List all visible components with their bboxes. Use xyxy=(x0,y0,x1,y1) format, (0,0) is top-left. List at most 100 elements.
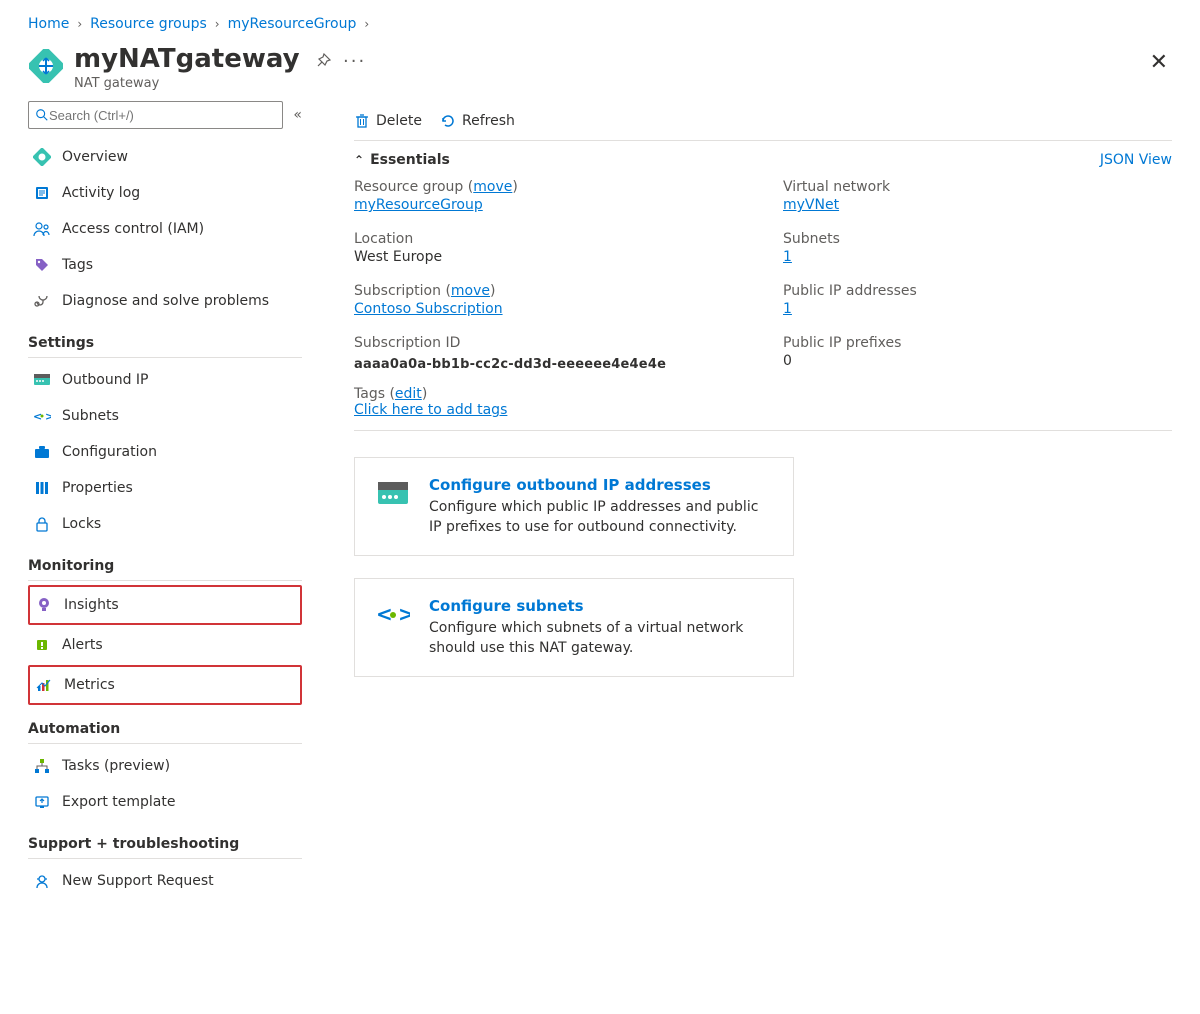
breadcrumb-home[interactable]: Home xyxy=(28,16,69,32)
essentials-grid: Resource group (move) myResourceGroup Vi… xyxy=(354,179,1172,372)
pin-icon[interactable] xyxy=(314,52,332,70)
field-value[interactable]: myResourceGroup xyxy=(354,197,743,213)
svg-text:>: > xyxy=(398,603,410,626)
sidebar-section-support: Support + troubleshooting xyxy=(28,836,302,859)
field-label: Public IP addresses xyxy=(783,283,1172,299)
sidebar-item-tasks[interactable]: Tasks (preview) xyxy=(28,748,302,784)
field-label: Public IP prefixes xyxy=(783,335,1172,351)
sidebar-item-insights[interactable]: Insights xyxy=(30,587,300,623)
highlight-insights: Insights xyxy=(28,585,302,625)
sidebar-item-alerts[interactable]: Alerts xyxy=(28,627,302,663)
breadcrumb-rg-name[interactable]: myResourceGroup xyxy=(228,16,357,32)
essentials-header[interactable]: ⌃ Essentials JSON View xyxy=(354,141,1172,179)
field-virtual-network: Virtual network myVNet xyxy=(783,179,1172,213)
sidebar-item-label: Export template xyxy=(62,794,175,810)
card-description: Configure which public IP addresses and … xyxy=(429,498,773,537)
json-view-link[interactable]: JSON View xyxy=(1100,152,1172,168)
export-template-icon xyxy=(32,792,52,812)
field-subscription: Subscription (move) Contoso Subscription xyxy=(354,283,743,317)
sidebar-item-tags[interactable]: Tags xyxy=(28,247,302,283)
sidebar-item-diagnose[interactable]: Diagnose and solve problems xyxy=(28,283,302,319)
essentials-title: Essentials xyxy=(370,152,450,168)
sidebar-item-label: Tasks (preview) xyxy=(62,758,170,774)
sidebar-item-locks[interactable]: Locks xyxy=(28,506,302,542)
field-subnets: Subnets 1 xyxy=(783,231,1172,265)
more-icon[interactable]: ··· xyxy=(346,52,364,70)
tags-add-link[interactable]: Click here to add tags xyxy=(354,402,507,418)
properties-icon xyxy=(32,478,52,498)
page-header: myNATgateway NAT gateway ··· ✕ xyxy=(0,42,1200,97)
card-configure-outbound-ip[interactable]: Configure outbound IP addresses Configur… xyxy=(354,457,794,556)
diagnose-icon xyxy=(32,291,52,311)
move-link[interactable]: move xyxy=(473,179,512,195)
outbound-ip-card-icon xyxy=(375,476,411,512)
sidebar-item-overview[interactable]: Overview xyxy=(28,139,302,175)
sidebar-item-configuration[interactable]: Configuration xyxy=(28,434,302,470)
sidebar-item-label: Subnets xyxy=(62,408,119,424)
field-value: aaaa0a0a-bb1b-cc2c-dd3d-eeeeee4e4e4e xyxy=(354,357,743,372)
sidebar-item-label: Outbound IP xyxy=(62,372,149,388)
chevron-up-icon: ⌃ xyxy=(354,153,364,167)
field-label: Location xyxy=(354,231,743,247)
field-public-ip-addresses: Public IP addresses 1 xyxy=(783,283,1172,317)
sidebar-section-automation: Automation xyxy=(28,721,302,744)
sidebar-item-label: Tags xyxy=(62,257,93,273)
sidebar-item-outbound-ip[interactable]: Outbound IP xyxy=(28,362,302,398)
tags-edit-link[interactable]: edit xyxy=(395,386,422,402)
move-link[interactable]: move xyxy=(451,283,490,299)
sidebar-item-access-control[interactable]: Access control (IAM) xyxy=(28,211,302,247)
tags-icon xyxy=(32,255,52,275)
sidebar-item-export-template[interactable]: Export template xyxy=(28,784,302,820)
search-input-wrapper xyxy=(28,101,283,129)
card-title[interactable]: Configure outbound IP addresses xyxy=(429,476,773,494)
sidebar-item-label: Properties xyxy=(62,480,133,496)
metrics-icon xyxy=(34,675,54,695)
close-button[interactable]: ✕ xyxy=(1150,50,1168,75)
breadcrumb-resource-groups[interactable]: Resource groups xyxy=(90,16,207,32)
field-location: Location West Europe xyxy=(354,231,743,265)
main-pane: Delete Refresh ⌃ Essentials JSON View Re… xyxy=(318,101,1200,899)
insights-icon xyxy=(34,595,54,615)
sidebar-item-label: Diagnose and solve problems xyxy=(62,293,269,309)
outbound-ip-icon xyxy=(32,370,52,390)
subnets-icon: <> xyxy=(32,406,52,426)
sidebar-item-activity-log[interactable]: Activity log xyxy=(28,175,302,211)
sidebar-item-properties[interactable]: Properties xyxy=(28,470,302,506)
sidebar: « Overview Activity log Access control (… xyxy=(28,101,318,899)
support-icon xyxy=(32,871,52,891)
highlight-metrics: Metrics xyxy=(28,665,302,705)
field-value[interactable]: Contoso Subscription xyxy=(354,301,743,317)
delete-button[interactable]: Delete xyxy=(354,113,422,129)
sidebar-item-metrics[interactable]: Metrics xyxy=(30,667,300,703)
sidebar-item-new-support[interactable]: New Support Request xyxy=(28,863,302,899)
nat-gateway-icon xyxy=(28,48,64,84)
configuration-icon xyxy=(32,442,52,462)
collapse-sidebar-icon[interactable]: « xyxy=(293,107,302,123)
sidebar-section-monitoring: Monitoring xyxy=(28,558,302,581)
overview-cards: Configure outbound IP addresses Configur… xyxy=(354,457,1172,677)
field-public-ip-prefixes: Public IP prefixes 0 xyxy=(783,335,1172,372)
card-configure-subnets[interactable]: <> Configure subnets Configure which sub… xyxy=(354,578,794,677)
refresh-button[interactable]: Refresh xyxy=(440,113,515,129)
sidebar-item-label: Activity log xyxy=(62,185,140,201)
field-value[interactable]: 1 xyxy=(783,301,1172,317)
sidebar-item-subnets[interactable]: <> Subnets xyxy=(28,398,302,434)
nat-gateway-icon xyxy=(32,147,52,167)
breadcrumb: Home › Resource groups › myResourceGroup… xyxy=(0,0,1200,42)
alerts-icon xyxy=(32,635,52,655)
search-input[interactable] xyxy=(49,108,276,123)
sidebar-item-label: New Support Request xyxy=(62,873,214,889)
page-subtitle: NAT gateway xyxy=(74,76,300,91)
field-resource-group: Resource group (move) myResourceGroup xyxy=(354,179,743,213)
refresh-icon xyxy=(440,113,456,129)
sidebar-item-label: Locks xyxy=(62,516,101,532)
tags-row: Tags (edit) Click here to add tags xyxy=(354,386,1172,431)
field-value[interactable]: myVNet xyxy=(783,197,1172,213)
field-label: Subscription xyxy=(354,283,441,299)
tags-label: Tags xyxy=(354,386,385,402)
delete-label: Delete xyxy=(376,113,422,129)
field-value[interactable]: 1 xyxy=(783,249,1172,265)
field-label: Subscription ID xyxy=(354,335,743,351)
sidebar-item-label: Alerts xyxy=(62,637,103,653)
card-title[interactable]: Configure subnets xyxy=(429,597,773,615)
